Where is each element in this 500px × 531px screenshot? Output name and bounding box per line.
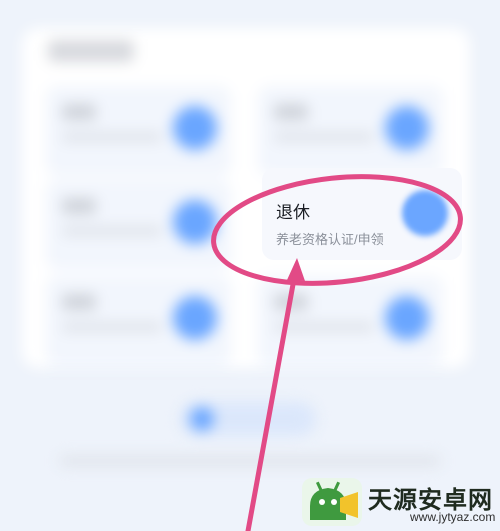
annotation-overlay — [211, 174, 463, 531]
highlight-ellipse — [211, 174, 463, 286]
pointer-arrow-head — [287, 258, 305, 281]
watermark-url: www.jytyaz.com — [410, 510, 496, 524]
android-logo-icon — [302, 478, 362, 526]
watermark: 天源安卓网 www.jytyaz.com — [300, 474, 500, 530]
pointer-arrow-shaft — [245, 265, 299, 531]
